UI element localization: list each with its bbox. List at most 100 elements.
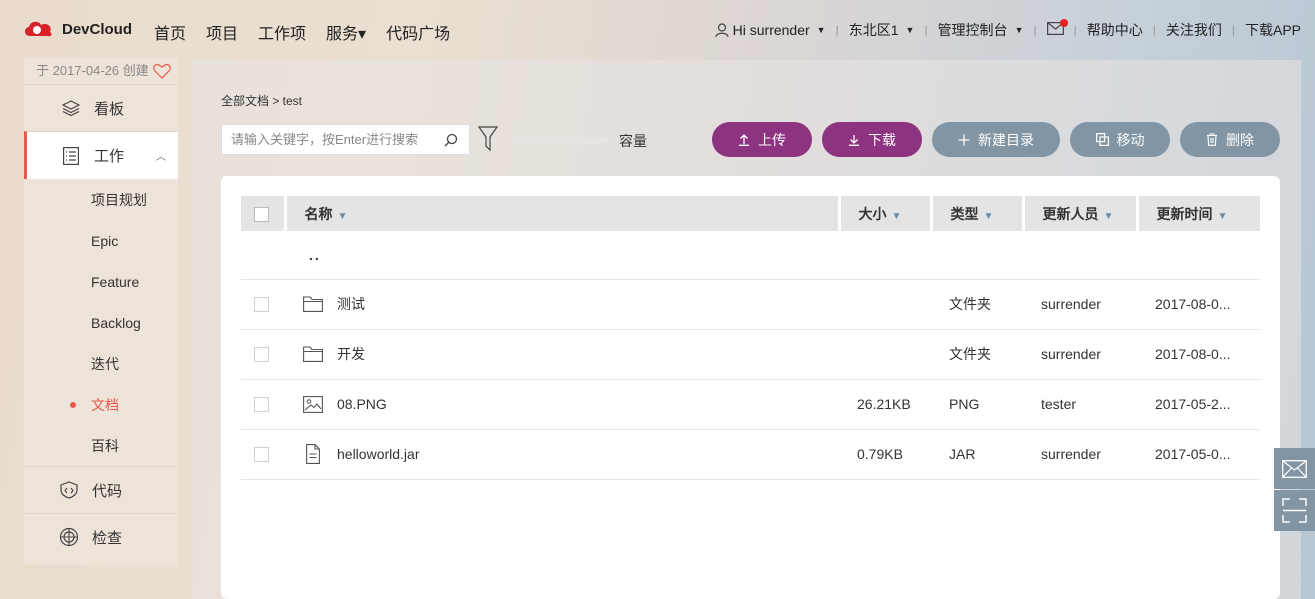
row-checkbox[interactable] [254, 447, 269, 463]
upload-button[interactable]: 上传 [712, 122, 812, 157]
copy-icon [1095, 133, 1109, 146]
nav-code-square[interactable]: 代码广场 [386, 20, 450, 44]
filter-icon[interactable] [477, 126, 499, 157]
file-size [839, 279, 931, 330]
download-button[interactable]: 下载 [822, 122, 922, 157]
move-button[interactable]: 移动 [1070, 122, 1170, 157]
file-updater: surrender [1023, 329, 1137, 380]
download-app-link[interactable]: 下载APP [1245, 20, 1301, 40]
nav-home[interactable]: 首页 [154, 20, 186, 44]
user-menu[interactable]: Hi surrender ▼ [715, 22, 826, 38]
sort-icon: ▼ [1217, 210, 1228, 222]
empty-cell [1137, 231, 1260, 280]
sort-icon: ▼ [337, 210, 348, 222]
top-bar: DevCloud 首页 项目 工作项 服务▾ 代码广场 Hi surrender… [0, 0, 1315, 60]
file-type: PNG [931, 379, 1023, 430]
file-icon [306, 444, 320, 464]
empty-cell [1023, 231, 1137, 280]
file-size: 26.21KB [839, 379, 931, 430]
trash-icon [1207, 133, 1217, 146]
nav-work-items[interactable]: 工作项 [258, 20, 306, 44]
user-greeting: Hi surrender [732, 22, 810, 38]
user-icon [715, 22, 729, 37]
console-menu[interactable]: 管理控制台 ▼ [938, 20, 1024, 40]
row-checkbox[interactable] [254, 397, 269, 413]
sort-icon: ▼ [1103, 210, 1114, 222]
delete-button[interactable]: 删除 [1180, 122, 1280, 157]
table-row[interactable]: 开发 文件夹 surrender 2017-08-0... [241, 329, 1260, 380]
row-checkbox[interactable] [254, 297, 269, 313]
help-center-link[interactable]: 帮助中心 [1087, 20, 1143, 40]
file-time: 2017-08-0... [1137, 279, 1260, 330]
code-shield-icon [58, 481, 80, 499]
created-date: 于 2017-04-26 创建 [36, 63, 149, 78]
caret-down-icon: ▼ [1014, 25, 1024, 35]
nav-projects[interactable]: 项目 [206, 20, 238, 44]
parent-dir-row[interactable]: .. [241, 231, 1260, 280]
file-type: 文件夹 [931, 329, 1023, 380]
main-nav: 首页 项目 工作项 服务▾ 代码广场 [154, 20, 450, 44]
table-row[interactable]: 测试 文件夹 surrender 2017-08-0... [241, 279, 1260, 330]
sidebar-item-code[interactable]: 代码 [24, 466, 178, 513]
sidebar-item-inspect[interactable]: 检查 [24, 513, 178, 560]
region-select[interactable]: 东北区1 ▼ [849, 20, 915, 40]
feedback-button[interactable] [1274, 448, 1315, 489]
sidebar-item-board[interactable]: 看板 [24, 84, 178, 131]
caret-down-icon: ▼ [816, 25, 826, 35]
empty-cell [241, 231, 285, 280]
layers-icon [60, 100, 82, 116]
logo-text: DevCloud [62, 20, 133, 38]
logo[interactable]: DevCloud [22, 18, 132, 40]
parent-dir-link[interactable]: .. [285, 231, 839, 280]
row-checkbox[interactable] [254, 347, 269, 363]
search-icon[interactable] [444, 133, 458, 147]
notification-dot [1059, 19, 1068, 27]
row-select-cell [241, 429, 285, 480]
heart-icon[interactable] [152, 63, 171, 79]
divider: | [1033, 23, 1037, 37]
upload-icon [739, 133, 749, 146]
sidebar-sub-documents[interactable]: 文档 [24, 384, 178, 425]
user-nav: Hi surrender ▼ | 东北区1 ▼ | 管理控制台 ▼ | | 帮助中心 … [715, 19, 1301, 40]
breadcrumb[interactable]: 全部文档 > test [221, 92, 302, 109]
search-input[interactable] [222, 132, 444, 147]
file-type: 文件夹 [931, 279, 1023, 330]
file-name[interactable]: 开发 [337, 344, 365, 364]
empty-cell [839, 231, 931, 280]
divider: | [1231, 23, 1235, 37]
sidebar-sub-project-planning[interactable]: 项目规划 [24, 179, 178, 220]
sidebar-item-work[interactable]: 工作 ︿ [24, 131, 178, 179]
sort-icon: ▼ [983, 210, 994, 222]
sidebar-sub-feature[interactable]: Feature [24, 261, 178, 302]
sidebar-sub-wiki[interactable]: 百科 [24, 425, 178, 466]
sidebar-sub-iteration[interactable]: 迭代 [24, 343, 178, 384]
col-name-label: 名称 [304, 205, 333, 222]
new-directory-button[interactable]: 新建目录 [932, 122, 1060, 157]
capacity-label: 容量 [619, 133, 647, 149]
file-time: 2017-05-0... [1137, 429, 1260, 480]
file-name[interactable]: 08.PNG [337, 396, 387, 412]
chevron-up-icon[interactable]: ︿ [156, 148, 166, 163]
follow-us-link[interactable]: 关注我们 [1166, 20, 1222, 40]
table-row[interactable]: 08.PNG 26.21KB PNG tester 2017-05-2... [241, 379, 1260, 430]
delete-label: 删除 [1226, 131, 1254, 148]
col-name-header[interactable]: 名称 ▼ [285, 196, 841, 231]
nav-services[interactable]: 服务▾ [326, 20, 366, 44]
sidebar-sub-epic[interactable]: Epic [24, 220, 178, 261]
table-row[interactable]: helloworld.jar 0.79KB JAR surrender 2017… [241, 429, 1260, 480]
scan-icon [1282, 498, 1307, 523]
select-all-checkbox[interactable] [254, 206, 269, 222]
file-name[interactable]: 测试 [337, 294, 365, 314]
col-type-header[interactable]: 类型 ▼ [931, 196, 1025, 231]
sidebar-sub-backlog[interactable]: Backlog [24, 302, 178, 343]
messages-button[interactable] [1046, 19, 1068, 38]
file-updater: surrender [1023, 279, 1137, 330]
file-name[interactable]: helloworld.jar [337, 446, 419, 462]
col-updater-header[interactable]: 更新人员 ▼ [1023, 196, 1139, 231]
col-time-header[interactable]: 更新时间 ▼ [1137, 196, 1260, 231]
col-size-header[interactable]: 大小 ▼ [839, 196, 933, 231]
file-table: 名称 ▼ 大小 ▼ 类型 ▼ 更新人员 ▼ 更新时间 ▼ .. 测试 文件夹 surren [241, 196, 1260, 480]
download-icon [849, 134, 859, 146]
scan-button[interactable] [1274, 490, 1315, 531]
table-header-row: 名称 ▼ 大小 ▼ 类型 ▼ 更新人员 ▼ 更新时间 ▼ [241, 196, 1260, 231]
